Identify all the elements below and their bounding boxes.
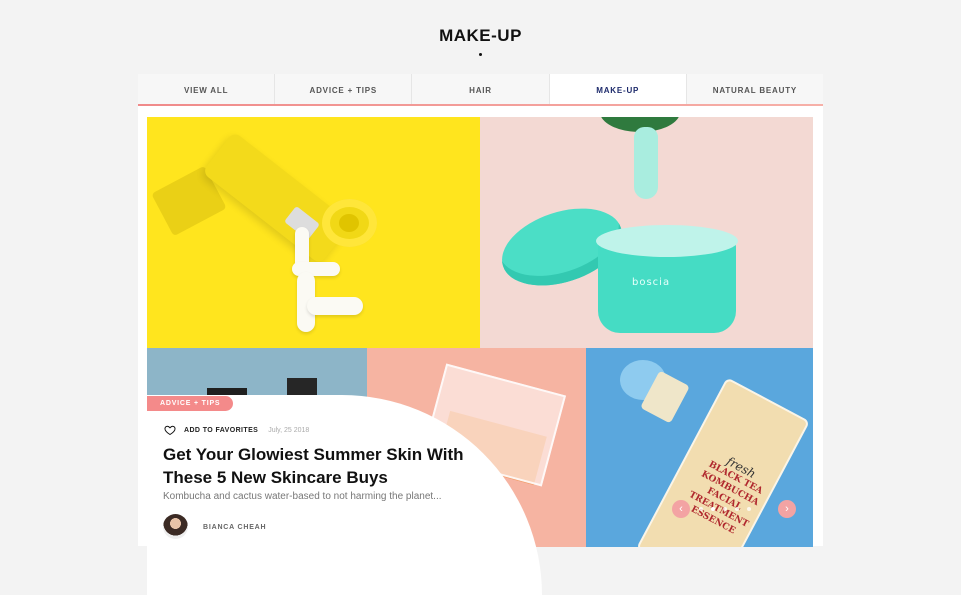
article-excerpt: Kombucha and cactus water-based to not h…	[163, 491, 442, 502]
slider-next-button[interactable]: ›	[778, 500, 796, 518]
tab-view-all[interactable]: VIEW ALL	[138, 74, 276, 106]
teal-jar-image: boscia	[480, 117, 813, 348]
jar-rim	[596, 225, 738, 257]
slider-dot[interactable]	[699, 507, 703, 511]
add-to-favorites-link[interactable]: ADD TO FAVORITES	[184, 427, 258, 434]
heart-icon[interactable]	[164, 424, 176, 436]
serum-bottle-image: fresh BLACK TEA KOMBUCHA FACIAL TREATMEN…	[586, 348, 813, 547]
slider-dot-active[interactable]	[711, 507, 715, 511]
category-tabs: VIEW ALL ADVICE + TIPS HAIR MAKE-UP NATU…	[138, 74, 823, 106]
jar-brand-label: boscia	[632, 277, 671, 288]
slider-dot[interactable]	[747, 507, 751, 511]
category-badge[interactable]: ADVICE + TIPS	[147, 396, 234, 411]
author-name[interactable]: BIANCA CHEAH	[203, 524, 266, 531]
tube-cap-hole	[339, 214, 359, 232]
tab-natural-beauty[interactable]: NATURAL BEAUTY	[687, 74, 823, 106]
tab-advice-tips[interactable]: ADVICE + TIPS	[275, 74, 413, 106]
slider-dot[interactable]	[723, 507, 727, 511]
cream-tube	[201, 131, 353, 265]
featured-article-card[interactable]: boscia fresh BLACK TEA KOMBUCHA FACIAL T…	[138, 106, 823, 595]
article-meta: ADD TO FAVORITES July, 25 2018	[164, 424, 309, 436]
avatar[interactable]	[163, 514, 188, 539]
cream-swirl	[307, 297, 363, 315]
gel-drop	[634, 127, 658, 199]
title-dot-decoration	[479, 53, 482, 56]
article-headline[interactable]: Get Your Glowiest Summer Skin With These…	[163, 443, 483, 489]
slider-prev-button[interactable]: ‹	[672, 500, 690, 518]
slider-dot[interactable]	[735, 507, 739, 511]
tab-hair[interactable]: HAIR	[412, 74, 550, 106]
tab-make-up[interactable]: MAKE-UP	[549, 74, 687, 106]
slider-dots	[699, 507, 751, 511]
chevron-right-icon: ›	[785, 503, 789, 515]
article-date: July, 25 2018	[268, 426, 310, 434]
chevron-left-icon: ‹	[679, 503, 683, 515]
yellow-tube-image	[147, 117, 480, 348]
page-title: MAKE-UP	[439, 26, 522, 45]
